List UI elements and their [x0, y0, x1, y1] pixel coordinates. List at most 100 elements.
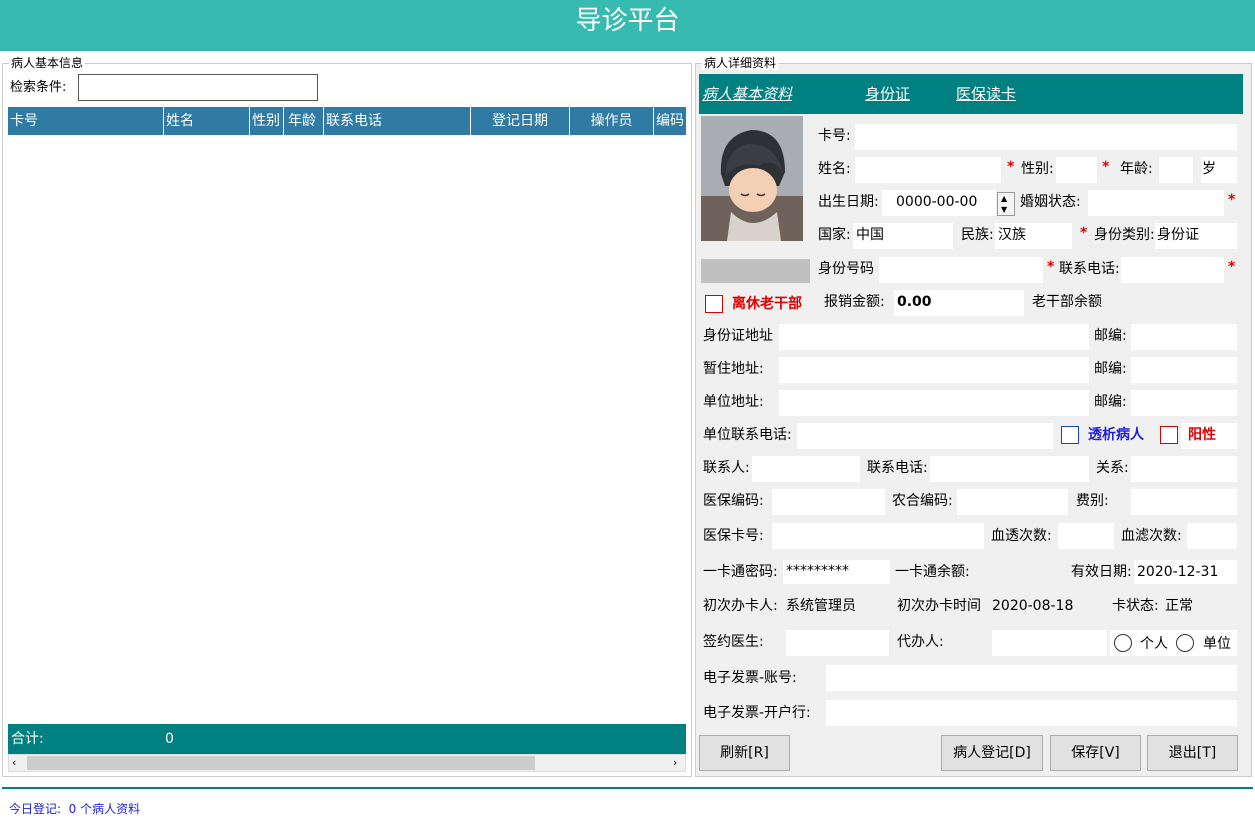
contact-field[interactable]	[752, 456, 860, 482]
work-postcode-label: 邮编:	[1094, 394, 1127, 410]
temp-postcode-field[interactable]	[1131, 357, 1237, 383]
col-phone[interactable]: 联系电话	[324, 107, 471, 135]
temp-postcode-label: 邮编:	[1094, 361, 1127, 377]
tab-id-card[interactable]: 身份证	[865, 74, 910, 114]
work-address-field[interactable]	[779, 390, 1089, 416]
age-label: 年龄:	[1120, 161, 1153, 177]
spin-down-icon[interactable]: ▼	[1001, 205, 1007, 214]
scroll-left-icon[interactable]: ‹	[12, 755, 16, 771]
radio-unit-label: 单位	[1203, 636, 1231, 652]
search-label: 检索条件:	[10, 80, 67, 95]
contact-phone-label: 联系电话:	[867, 460, 928, 476]
patient-table-header: 卡号 姓名 性别 年龄 联系电话 登记日期 操作员 编码	[8, 107, 686, 135]
phone-field[interactable]	[1121, 257, 1224, 283]
tab-insurance-read[interactable]: 医保读卡	[956, 74, 1016, 114]
first-issuer-value: 系统管理员	[786, 598, 856, 614]
col-card-no[interactable]: 卡号	[8, 107, 164, 135]
total-value: 0	[165, 731, 174, 747]
phone-required-mark: *	[1047, 259, 1055, 275]
gender-field[interactable]	[1056, 157, 1097, 183]
age-field[interactable]	[1159, 157, 1193, 183]
contact-label: 联系人:	[703, 460, 750, 476]
ins-code-field[interactable]	[772, 489, 885, 515]
patient-table-body[interactable]	[8, 135, 686, 723]
dialysis-count-field[interactable]	[1058, 523, 1114, 549]
card-no-label: 卡号:	[818, 128, 851, 144]
filter-count-field[interactable]	[1187, 523, 1237, 549]
id-read-placeholder[interactable]	[701, 259, 810, 283]
phone-label: 联系电话:	[1059, 261, 1120, 277]
col-gender[interactable]: 性别	[250, 107, 284, 135]
work-phone-label: 单位联系电话:	[703, 427, 792, 443]
valid-date-label: 有效日期:	[1071, 564, 1132, 580]
card-no-field[interactable]	[855, 124, 1237, 150]
marital-label: 婚姻状态:	[1020, 194, 1081, 210]
card-state-value: 正常	[1165, 598, 1193, 614]
card-balance-label: 一卡通余额:	[895, 564, 970, 580]
name-field[interactable]	[855, 157, 1001, 183]
retired-label: 离休老干部	[732, 296, 802, 312]
temp-address-label: 暂住地址:	[703, 361, 764, 377]
search-input[interactable]	[78, 74, 318, 101]
birth-date-spinner[interactable]: ▲ ▼	[997, 192, 1015, 216]
relation-field[interactable]	[1131, 456, 1237, 482]
marital-field[interactable]	[1088, 190, 1224, 216]
reimburse-label: 报销金额:	[824, 294, 885, 310]
retired-checkbox[interactable]	[705, 295, 723, 313]
register-button[interactable]: 病人登记[D]	[941, 735, 1043, 771]
status-divider	[2, 787, 1253, 789]
contact-phone-field[interactable]	[930, 456, 1089, 482]
id-postcode-field[interactable]	[1131, 324, 1237, 350]
col-register-date[interactable]: 登记日期	[471, 107, 570, 135]
positive-checkbox[interactable]	[1160, 426, 1178, 444]
save-button[interactable]: 保存[V]	[1050, 735, 1141, 771]
invoice-account-label: 电子发票-账号:	[703, 670, 797, 686]
col-code[interactable]: 编码	[654, 107, 686, 135]
card-pwd-value: *********	[786, 563, 849, 579]
tab-basic-info[interactable]: 病人基本资料	[702, 74, 792, 114]
agent-field[interactable]	[992, 630, 1107, 656]
dialysis-label: 透析病人	[1088, 427, 1144, 443]
marital-required-mark: *	[1228, 192, 1236, 208]
valid-date-value: 2020-12-31	[1137, 564, 1219, 580]
exit-button[interactable]: 退出[T]	[1147, 735, 1238, 771]
first-issuer-label: 初次办卡人:	[703, 598, 778, 614]
relation-label: 关系:	[1096, 460, 1129, 476]
gender-required-mark: *	[1007, 159, 1015, 175]
agent-label: 代办人:	[897, 634, 944, 650]
scroll-thumb[interactable]	[27, 756, 535, 770]
phone-required-mark-2: *	[1228, 259, 1236, 275]
col-age[interactable]: 年龄	[284, 107, 324, 135]
coop-code-field[interactable]	[957, 489, 1068, 515]
work-phone-field[interactable]	[797, 423, 1053, 449]
id-type-label: 身份类别:	[1094, 227, 1155, 243]
fee-type-field[interactable]	[1131, 489, 1237, 515]
radio-unit[interactable]	[1176, 634, 1194, 652]
work-postcode-field[interactable]	[1131, 390, 1237, 416]
radio-personal-label: 个人	[1140, 636, 1168, 652]
invoice-account-field[interactable]	[826, 665, 1237, 691]
col-operator[interactable]: 操作员	[570, 107, 654, 135]
spin-up-icon[interactable]: ▲	[1001, 194, 1007, 203]
id-no-field[interactable]	[879, 257, 1043, 283]
col-name[interactable]: 姓名	[164, 107, 250, 135]
invoice-bank-field[interactable]	[826, 700, 1237, 726]
temp-address-field[interactable]	[779, 357, 1089, 383]
radio-personal[interactable]	[1114, 634, 1132, 652]
birth-date-label: 出生日期:	[818, 194, 879, 210]
dialysis-count-label: 血透次数:	[991, 528, 1052, 544]
scroll-right-icon[interactable]: ›	[673, 755, 677, 771]
ethnicity-label: 民族:	[961, 227, 994, 243]
refresh-button[interactable]: 刷新[R]	[699, 735, 790, 771]
id-address-field[interactable]	[779, 324, 1089, 350]
dialysis-checkbox[interactable]	[1061, 426, 1079, 444]
first-time-label: 初次办卡时间	[897, 598, 981, 614]
app-title: 导诊平台	[575, 6, 680, 36]
name-label: 姓名:	[818, 161, 851, 177]
app-title-bar: 导诊平台	[0, 0, 1255, 51]
doctor-field[interactable]	[786, 630, 889, 656]
detail-tab-bar: 病人基本资料 身份证 医保读卡	[699, 74, 1243, 114]
ins-card-field[interactable]	[772, 523, 984, 549]
horizontal-scrollbar[interactable]: ‹ ›	[8, 754, 686, 772]
age-unit: 岁	[1202, 161, 1216, 177]
